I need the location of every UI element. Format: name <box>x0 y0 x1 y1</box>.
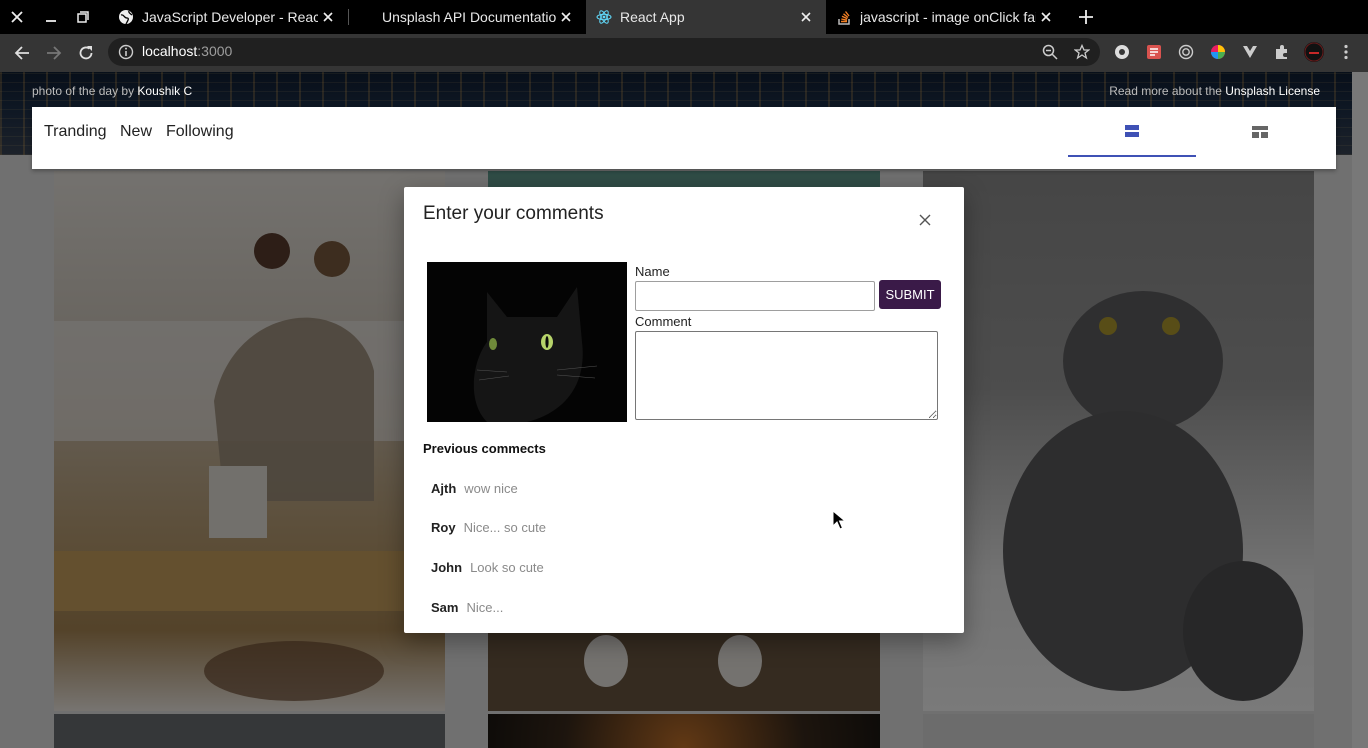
tab-close-icon[interactable] <box>556 7 576 27</box>
top-navigation: Tranding New Following <box>32 107 1336 169</box>
new-tab-icon[interactable] <box>1072 0 1100 34</box>
comment-text: Nice... <box>466 600 504 615</box>
react-icon <box>596 9 612 25</box>
tab-close-icon[interactable] <box>318 7 338 27</box>
browser-tab[interactable]: JavaScript Developer - React. <box>108 0 348 34</box>
comment-author: John <box>431 560 463 575</box>
comment-item: Roy Nice... so cute <box>431 520 546 535</box>
previous-comments-heading: Previous commects <box>423 441 546 456</box>
comment-author: Sam <box>431 600 459 615</box>
comment-item: John Look so cute <box>431 560 544 575</box>
close-icon[interactable] <box>914 209 936 231</box>
tab-title: javascript - image onClick faili <box>860 9 1036 25</box>
stackoverflow-icon <box>836 9 852 25</box>
comment-author: Ajth <box>431 481 457 496</box>
tab-close-icon[interactable] <box>1036 7 1056 27</box>
tab-title: Unsplash API Documentation <box>382 9 556 25</box>
extension-vue-icon[interactable] <box>1240 42 1260 62</box>
grid-view-tab[interactable] <box>1196 107 1324 157</box>
mouse-cursor-icon <box>832 509 847 530</box>
tab-close-icon[interactable] <box>796 7 816 27</box>
globe-icon <box>118 9 134 25</box>
back-icon[interactable] <box>7 38 37 68</box>
photo-credit-prefix: photo of the day by <box>32 84 138 98</box>
bookmark-star-icon[interactable] <box>1072 42 1092 62</box>
comment-label: Comment <box>635 314 692 329</box>
license-note-prefix: Read more about the <box>1109 84 1226 98</box>
unsplash-icon <box>358 9 374 25</box>
license-note: Read more about the Unsplash License <box>1109 84 1320 98</box>
extension-color-icon[interactable] <box>1208 42 1228 62</box>
nav-link-tranding[interactable]: Tranding <box>44 123 107 141</box>
nav-link-following[interactable]: Following <box>166 123 234 141</box>
browser-tab-bar: JavaScript Developer - React. Unsplash A… <box>0 0 1368 34</box>
comments-dialog: Enter your comments Name SUBMIT Comment … <box>404 187 964 633</box>
comment-text: Nice... so cute <box>463 520 546 535</box>
comment-item: Sam Nice... <box>431 600 503 615</box>
address-port: :3000 <box>197 43 233 59</box>
name-field[interactable] <box>635 281 875 311</box>
site-info-icon[interactable] <box>118 44 134 60</box>
list-view-icon <box>1125 125 1139 137</box>
extensions-puzzle-icon[interactable] <box>1272 42 1292 62</box>
extension-red-icon[interactable] <box>1144 42 1164 62</box>
photo-credit: photo of the day by Koushik C <box>32 84 192 98</box>
comment-text: Look so cute <box>470 560 544 575</box>
name-label: Name <box>635 264 670 279</box>
minimize-window-icon[interactable] <box>34 0 68 34</box>
submit-button[interactable]: SUBMIT <box>879 280 941 309</box>
dialog-title: Enter your comments <box>423 203 604 224</box>
tab-title: React App <box>620 9 685 25</box>
tab-title: JavaScript Developer - React. <box>142 9 318 25</box>
browser-tab-active[interactable]: React App <box>586 0 826 34</box>
forward-icon[interactable] <box>39 38 69 68</box>
browser-tab[interactable]: Unsplash API Documentation <box>348 0 586 34</box>
license-link[interactable]: Unsplash License <box>1225 84 1320 98</box>
address-text: localhost:3000 <box>142 43 232 59</box>
nav-link-new[interactable]: New <box>120 123 152 141</box>
grid-view-icon <box>1252 126 1268 138</box>
restore-window-icon[interactable] <box>66 0 100 34</box>
zoom-out-icon[interactable] <box>1040 42 1060 62</box>
address-bar[interactable] <box>108 38 1100 66</box>
browser-tab[interactable]: javascript - image onClick faili <box>826 0 1066 34</box>
black-cat-image <box>427 262 627 422</box>
close-window-icon[interactable] <box>0 0 34 34</box>
reload-icon[interactable] <box>71 38 101 68</box>
comment-textarea[interactable] <box>635 331 938 420</box>
address-host: localhost <box>142 43 198 59</box>
photo-credit-author-link[interactable]: Koushik C <box>137 84 192 98</box>
browser-menu-icon[interactable] <box>1336 42 1356 62</box>
extension-target-icon[interactable] <box>1176 42 1196 62</box>
extension-circle-icon[interactable] <box>1112 42 1132 62</box>
comment-author: Roy <box>431 520 456 535</box>
profile-avatar[interactable] <box>1304 42 1324 62</box>
comment-item: Ajth wow nice <box>431 481 518 496</box>
comment-text: wow nice <box>464 481 518 496</box>
list-view-tab[interactable] <box>1068 107 1196 157</box>
